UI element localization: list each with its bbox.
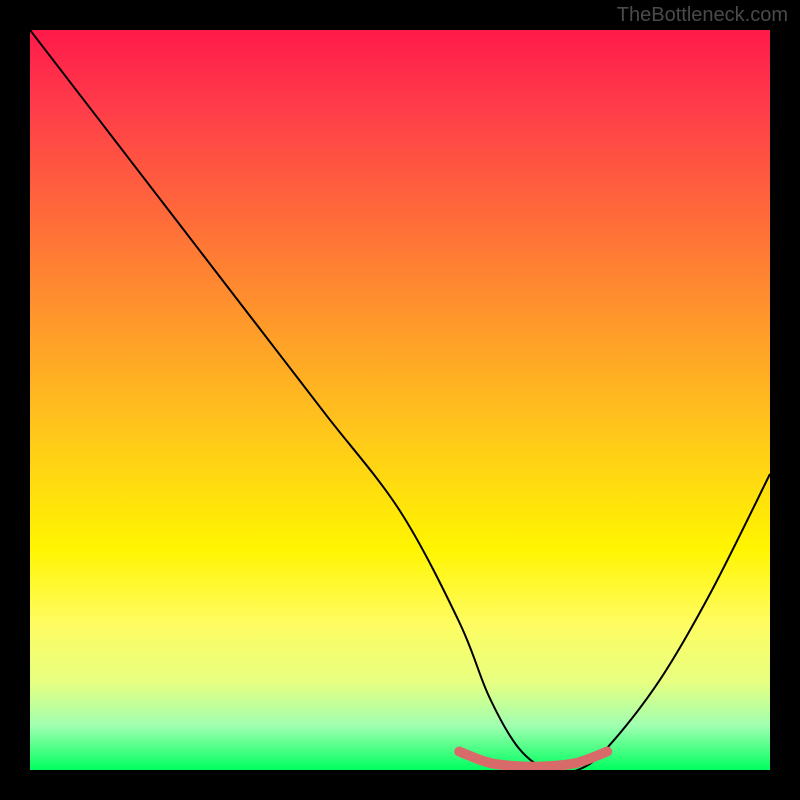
chart-svg [30,30,770,770]
chart-plot-area [30,30,770,770]
optimal-band-path [459,752,607,767]
watermark-text: TheBottleneck.com [617,4,788,27]
bottleneck-curve-path [30,30,770,770]
